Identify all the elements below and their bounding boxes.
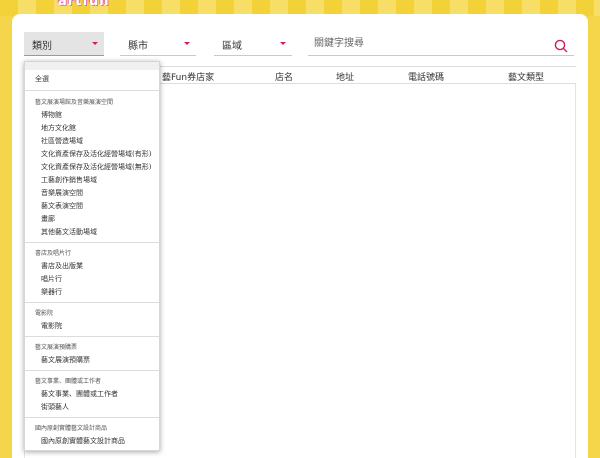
city-select-label: 縣市: [128, 41, 148, 52]
dropdown-group-label: 國內原創實體藝文設計商品: [35, 425, 108, 432]
dropdown-divider: [25, 302, 159, 303]
dropdown-group-label: 藝文展演預購票: [35, 344, 78, 351]
dropdown-option-select-all[interactable]: 全選: [35, 74, 49, 84]
search-input[interactable]: [308, 32, 538, 54]
dropdown-group-label: 電影院: [35, 310, 54, 317]
chevron-down-icon: [280, 42, 286, 45]
dropdown-option[interactable]: 書店及出版業: [41, 261, 83, 271]
dropdown-option[interactable]: 街頭藝人: [41, 402, 69, 412]
category-dropdown: 全選 藝文展演場館及音樂展演空間 博物館 地方文化館 社區營造場域 文化資產保存…: [24, 61, 160, 451]
district-select[interactable]: 區域: [214, 32, 292, 56]
city-select[interactable]: 縣市: [120, 32, 196, 56]
column-header-type[interactable]: 藝文類型: [508, 70, 544, 83]
chevron-down-icon: [92, 42, 98, 45]
dropdown-option[interactable]: 樂器行: [41, 287, 62, 297]
dropdown-option[interactable]: 文化資產保存及活化經營場域(無形): [41, 162, 151, 172]
dropdown-group-label: 藝文事業、團體或工作者: [35, 378, 102, 385]
column-header-address[interactable]: 地址: [336, 70, 354, 83]
column-header-phone[interactable]: 電話號碼: [408, 70, 444, 83]
dropdown-option[interactable]: 藝文展演預購票: [41, 355, 90, 365]
dropdown-divider: [25, 90, 159, 91]
chevron-down-icon: [184, 42, 190, 45]
dropdown-option[interactable]: 電影院: [41, 321, 62, 331]
dropdown-option[interactable]: 地方文化館: [41, 123, 76, 133]
dropdown-option[interactable]: 文化資產保存及活化經營場域(有形): [41, 149, 151, 159]
category-select[interactable]: 類別: [24, 32, 104, 56]
dropdown-option[interactable]: 其他藝文活動場域: [41, 227, 97, 237]
dropdown-option[interactable]: 社區營造場域: [41, 136, 83, 146]
dropdown-option[interactable]: 唱片行: [41, 274, 62, 284]
dropdown-option[interactable]: 畫廊: [41, 214, 55, 224]
search-icon[interactable]: [554, 39, 568, 53]
dropdown-divider: [25, 336, 159, 337]
district-select-label: 區域: [222, 41, 242, 52]
dropdown-option[interactable]: 音樂展演空間: [41, 188, 83, 198]
dropdown-group-label: 書店及唱片行: [35, 250, 72, 257]
column-header-store[interactable]: 藝Fun券店家: [162, 70, 214, 83]
dropdown-group-label: 藝文展演場館及音樂展演空間: [35, 99, 114, 106]
dropdown-option[interactable]: 藝文事業、團體或工作者: [41, 389, 118, 399]
dropdown-option[interactable]: 藝文表演空間: [41, 201, 83, 211]
dropdown-divider: [25, 370, 159, 371]
dropdown-divider: [25, 242, 159, 243]
category-select-label: 類別: [32, 41, 52, 52]
site-logo[interactable]: artfun: [58, 0, 110, 9]
column-header-name[interactable]: 店名: [275, 70, 293, 83]
search-bar: [308, 32, 574, 56]
dropdown-option[interactable]: 工藝創作銷售場域: [41, 175, 97, 185]
dropdown-divider: [25, 417, 159, 418]
dropdown-option[interactable]: 博物館: [41, 110, 62, 120]
dropdown-option[interactable]: 國內原創實體藝文設計商品: [41, 436, 125, 446]
dropdown-top-strip: [25, 62, 159, 70]
